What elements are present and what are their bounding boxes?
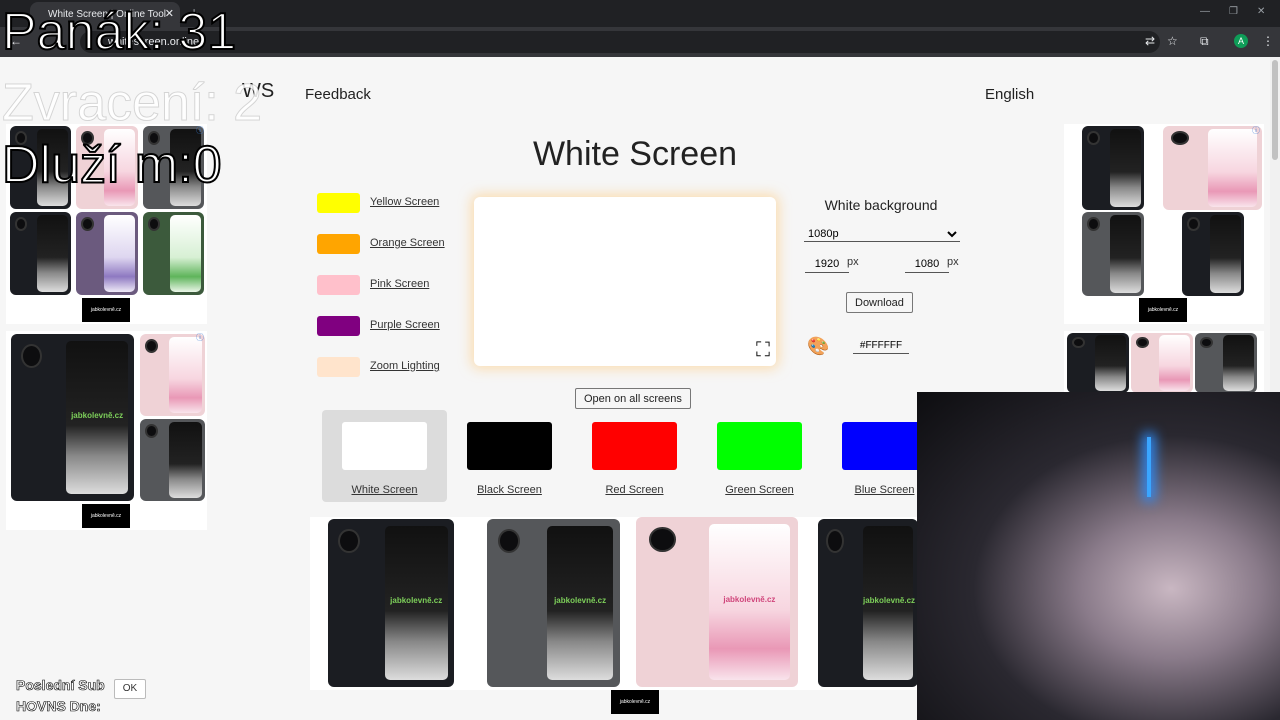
swatch-label[interactable]: Pink Screen	[370, 278, 429, 290]
ad-phone: jabkolevně.cz	[818, 519, 918, 687]
stat-dluzim: Dluží m:0	[1, 136, 223, 194]
ad-phone: jabkolevně.cz	[11, 334, 134, 501]
swatch-color[interactable]	[317, 316, 360, 336]
webcam-light	[1147, 437, 1151, 497]
scrollbar-thumb[interactable]	[1272, 60, 1278, 160]
webcam-overlay	[917, 392, 1280, 720]
width-input[interactable]	[805, 256, 849, 273]
color-card[interactable]: Red Screen	[572, 410, 697, 502]
swatch-label[interactable]: Orange Screen	[370, 237, 445, 249]
swatch-label[interactable]: Purple Screen	[370, 319, 440, 331]
swatch-color[interactable]	[317, 193, 360, 213]
ad-right-bottom[interactable]	[1064, 331, 1264, 393]
ad-phone-brand: jabkolevně.cz	[554, 596, 607, 606]
swatch-label[interactable]: Yellow Screen	[370, 196, 439, 208]
ad-phone	[1182, 212, 1244, 296]
swatch-color[interactable]	[317, 357, 360, 377]
color-card[interactable]: Black Screen	[447, 410, 572, 502]
ad-phone-brand: jabkolevně.cz	[71, 410, 124, 420]
color-card-box[interactable]	[592, 422, 677, 470]
download-button[interactable]: Download	[846, 292, 913, 313]
menu-dots-icon[interactable]: ⋮	[1262, 34, 1274, 48]
color-card-box[interactable]	[717, 422, 802, 470]
color-card-label[interactable]: Red Screen	[572, 484, 697, 496]
bookmark-star-icon[interactable]: ☆	[1167, 34, 1178, 48]
ad-phone	[1163, 126, 1262, 210]
stat-zvraceni: Zvracení: 2	[1, 74, 263, 132]
ad-phone	[1082, 126, 1144, 210]
resolution-select[interactable]: 1080p	[804, 226, 960, 242]
open-all-screens-button[interactable]: Open on all screens	[575, 388, 691, 409]
ad-brand-badge: jabkolevně.cz	[82, 298, 130, 322]
extensions-icon[interactable]: ⧉	[1200, 34, 1209, 49]
address-bar[interactable]: whitescreen.online	[80, 31, 1160, 53]
color-card-box[interactable]	[467, 422, 552, 470]
color-card[interactable]: White Screen	[322, 410, 447, 502]
ad-right-top[interactable]: jabkolevně.cz ⓘ	[1064, 124, 1264, 324]
color-palette-icon[interactable]: 🎨	[807, 336, 829, 357]
ad-phone	[1131, 333, 1193, 393]
fullscreen-icon[interactable]: ⛶	[756, 339, 770, 362]
height-input[interactable]	[905, 256, 949, 273]
ok-button[interactable]: OK	[114, 679, 146, 699]
ad-phone-brand: jabkolevně.cz	[863, 596, 916, 606]
feedback-link[interactable]: Feedback	[305, 86, 371, 103]
hex-color-input[interactable]	[853, 338, 909, 354]
ad-phone	[1067, 333, 1129, 393]
page-title: White Screen	[532, 135, 738, 173]
ad-phone: jabkolevně.cz	[636, 517, 798, 687]
last-sub-text: Poslední Sub	[16, 677, 105, 694]
hovns-text: HOVNS Dne:	[16, 698, 101, 715]
ad-phone	[76, 212, 138, 295]
swatch-label[interactable]: Zoom Lighting	[370, 360, 440, 372]
maximize-icon[interactable]: ❐	[1229, 6, 1238, 17]
ad-phone	[1082, 212, 1144, 296]
minimize-icon[interactable]: —	[1200, 6, 1210, 17]
language-selector[interactable]: English	[985, 86, 1034, 103]
ad-bottom-banner[interactable]: jabkolevně.cz jabkolevně.cz jabkolevně.c…	[310, 517, 918, 690]
ad-phone-brand: jabkolevně.cz	[723, 595, 776, 605]
color-card-box[interactable]	[842, 422, 927, 470]
ad-phone	[140, 334, 205, 416]
ad-phone	[140, 419, 205, 501]
ad-brand-badge: jabkolevně.cz	[1139, 298, 1187, 322]
window-close-icon[interactable]: ✕	[1257, 6, 1265, 17]
ad-brand-badge: jabkolevně.cz	[82, 504, 130, 528]
ad-phone	[1195, 333, 1257, 393]
ad-info-icon[interactable]: ⓘ	[1250, 126, 1262, 136]
width-unit: px	[847, 256, 859, 268]
color-card-box[interactable]	[342, 422, 427, 470]
ad-phone: jabkolevně.cz	[328, 519, 454, 687]
swatch-color[interactable]	[317, 275, 360, 295]
color-card-label[interactable]: Green Screen	[697, 484, 822, 496]
ad-phone-brand: jabkolevně.cz	[390, 596, 443, 606]
height-unit: px	[947, 256, 959, 268]
ad-left-bottom[interactable]: jabkolevně.cz jabkolevně.cz ⓘ	[6, 331, 207, 530]
ad-brand-badge[interactable]: jabkolevně.cz	[611, 690, 659, 714]
ad-phone	[143, 212, 204, 295]
color-card-label[interactable]: White Screen	[322, 484, 447, 496]
color-card[interactable]: Green Screen	[697, 410, 822, 502]
ad-info-icon[interactable]: ⓘ	[194, 333, 206, 343]
settings-title: White background	[824, 197, 938, 213]
ad-phone	[10, 212, 71, 295]
color-card-label[interactable]: Black Screen	[447, 484, 572, 496]
translate-icon[interactable]: ⇄	[1145, 34, 1155, 48]
screen-preview[interactable]: ⛶	[474, 197, 776, 366]
profile-avatar[interactable]: A	[1234, 34, 1248, 48]
swatch-color[interactable]	[317, 234, 360, 254]
stat-panak: Panák: 31	[1, 3, 237, 61]
ad-phone: jabkolevně.cz	[487, 519, 620, 687]
